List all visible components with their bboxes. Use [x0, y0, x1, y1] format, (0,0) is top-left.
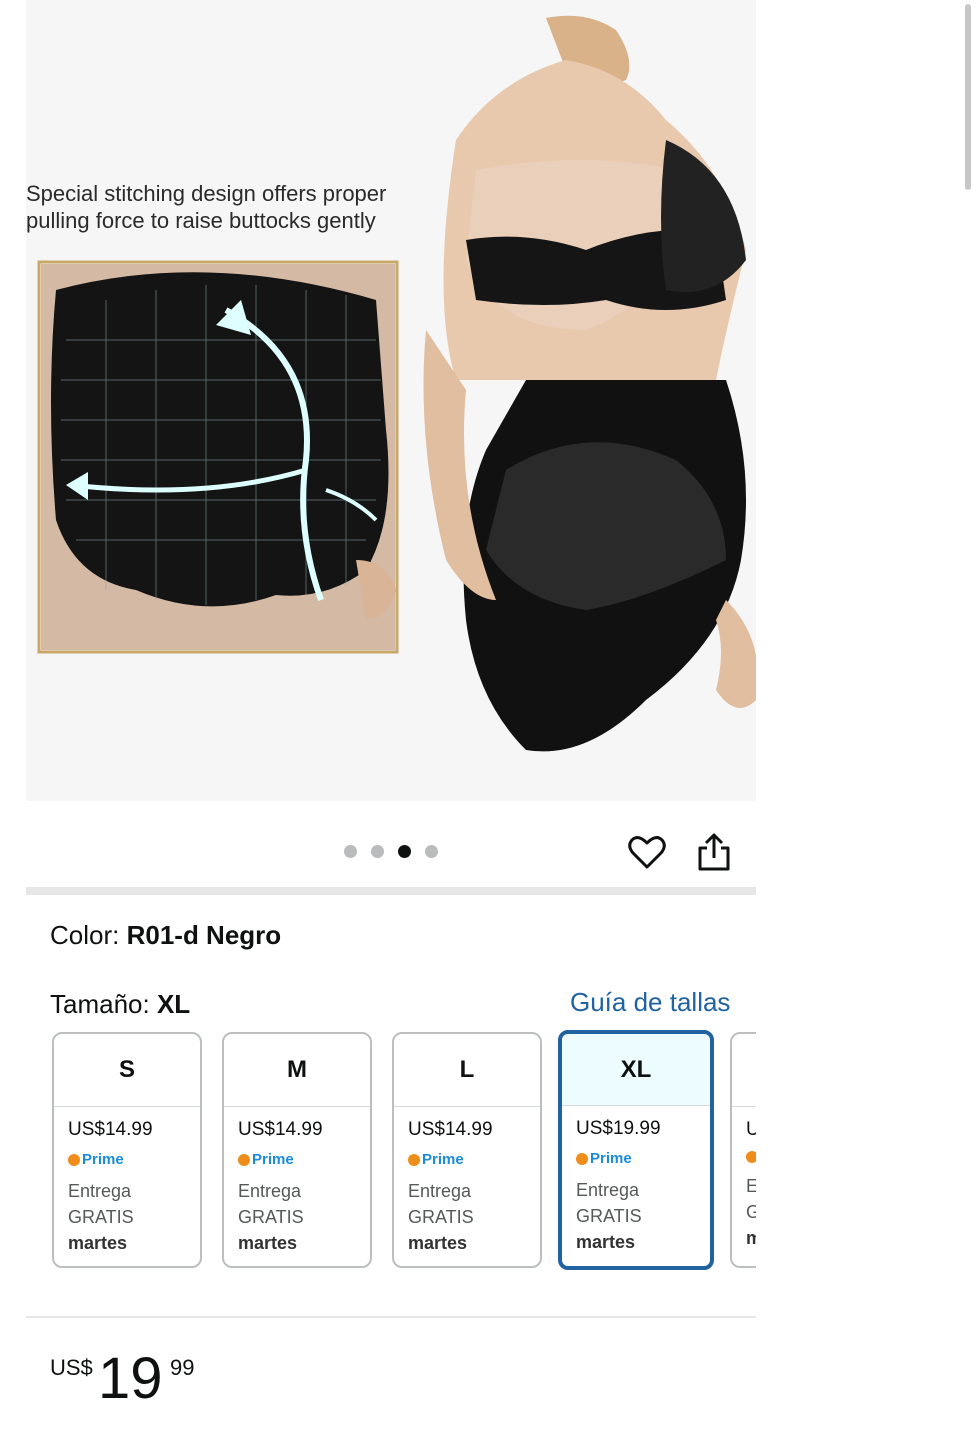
size-swatch-xl-selected[interactable]: XL US$19.99 Prime Entrega GRATIS martes — [558, 1030, 714, 1270]
prime-check-icon — [238, 1153, 250, 1166]
prime-label: Prime — [422, 1151, 464, 1168]
caption-line: pulling force to raise buttocks gently — [26, 208, 376, 233]
size-swatch-m[interactable]: M US$14.99 Prime Entrega GRATIS martes — [222, 1032, 372, 1268]
delivery-text: GRATIS — [408, 1207, 474, 1227]
swatch-size — [732, 1034, 756, 1107]
prime-check-icon — [68, 1153, 80, 1166]
scrollbar-thumb[interactable] — [965, 4, 971, 190]
inset-illustration — [37, 260, 399, 654]
delivery-day: martes — [238, 1233, 298, 1253]
color-label: Color: — [50, 920, 120, 950]
prime-label: Prime — [590, 1150, 632, 1167]
carousel-dots[interactable] — [344, 845, 438, 858]
swatch-price: U — [746, 1119, 756, 1141]
image-caption: Special stitching design offers proper p… — [26, 180, 426, 234]
carousel-dot[interactable] — [344, 845, 357, 858]
price-whole: 19 — [98, 1346, 163, 1411]
size-swatch-strip[interactable]: S US$14.99 Prime Entrega GRATIS martes M … — [26, 1028, 756, 1278]
size-swatch-next[interactable]: U EG m — [730, 1032, 756, 1268]
prime-label: Prime — [82, 1151, 124, 1168]
delivery-text: E — [746, 1173, 756, 1199]
swatch-price: US$14.99 — [238, 1119, 323, 1140]
prime-badge: Prime — [408, 1151, 540, 1168]
caption-line: Special stitching design offers proper — [26, 181, 387, 206]
prime-label: Prime — [252, 1151, 294, 1168]
prime-badge — [746, 1151, 756, 1163]
size-value: XL — [156, 989, 191, 1019]
prime-badge: Prime — [238, 1151, 370, 1168]
delivery-day: martes — [576, 1232, 636, 1252]
swatch-size: S — [54, 1034, 200, 1107]
delivery-text: Entrega — [238, 1181, 302, 1201]
delivery-day: martes — [68, 1233, 128, 1253]
size-guide-link[interactable]: Guía de tallas — [570, 987, 730, 1018]
size-swatch-s[interactable]: S US$14.99 Prime Entrega GRATIS martes — [52, 1032, 202, 1268]
swatch-size: L — [394, 1034, 540, 1107]
swatch-price: US$14.99 — [408, 1119, 493, 1140]
delivery-text: GRATIS — [68, 1207, 134, 1227]
swatch-size: XL — [562, 1034, 710, 1106]
color-value: R01-d Negro — [126, 920, 282, 950]
size-row: Tamaño: XL — [50, 989, 190, 1020]
color-row: Color: R01-d Negro — [50, 920, 281, 951]
scrollbar-track[interactable] — [962, 0, 974, 1440]
prime-check-icon — [576, 1152, 588, 1165]
share-icon[interactable] — [696, 832, 732, 872]
delivery-day: m — [746, 1225, 756, 1251]
swatch-price: US$14.99 — [68, 1119, 153, 1140]
swatch-price: US$19.99 — [576, 1118, 661, 1139]
product-photo-illustration — [37, 15, 756, 752]
delivery-text: Entrega — [576, 1180, 640, 1200]
prime-badge: Prime — [576, 1150, 710, 1167]
delivery-text: G — [746, 1199, 756, 1225]
carousel-dot-active[interactable] — [398, 845, 411, 858]
heart-icon[interactable] — [628, 834, 666, 870]
carousel-dot[interactable] — [425, 845, 438, 858]
delivery-text: GRATIS — [238, 1207, 304, 1227]
size-label: Tamaño: — [50, 989, 150, 1019]
delivery-text: GRATIS — [576, 1206, 642, 1226]
delivery-day: martes — [408, 1233, 468, 1253]
prime-badge: Prime — [68, 1151, 200, 1168]
prime-check-icon — [746, 1151, 756, 1163]
prime-check-icon — [408, 1153, 420, 1166]
carousel-dot[interactable] — [371, 845, 384, 858]
section-divider — [26, 1316, 756, 1318]
section-divider — [26, 887, 756, 895]
swatch-size: M — [224, 1034, 370, 1107]
delivery-text: Entrega — [408, 1181, 472, 1201]
product-image[interactable]: Special stitching design offers proper p… — [26, 0, 756, 801]
size-swatch-l[interactable]: L US$14.99 Prime Entrega GRATIS martes — [392, 1032, 542, 1268]
price-fraction: 99 — [170, 1355, 195, 1380]
delivery-text: Entrega — [68, 1181, 132, 1201]
model-figure — [423, 15, 756, 752]
price-currency: US$ — [50, 1355, 93, 1380]
